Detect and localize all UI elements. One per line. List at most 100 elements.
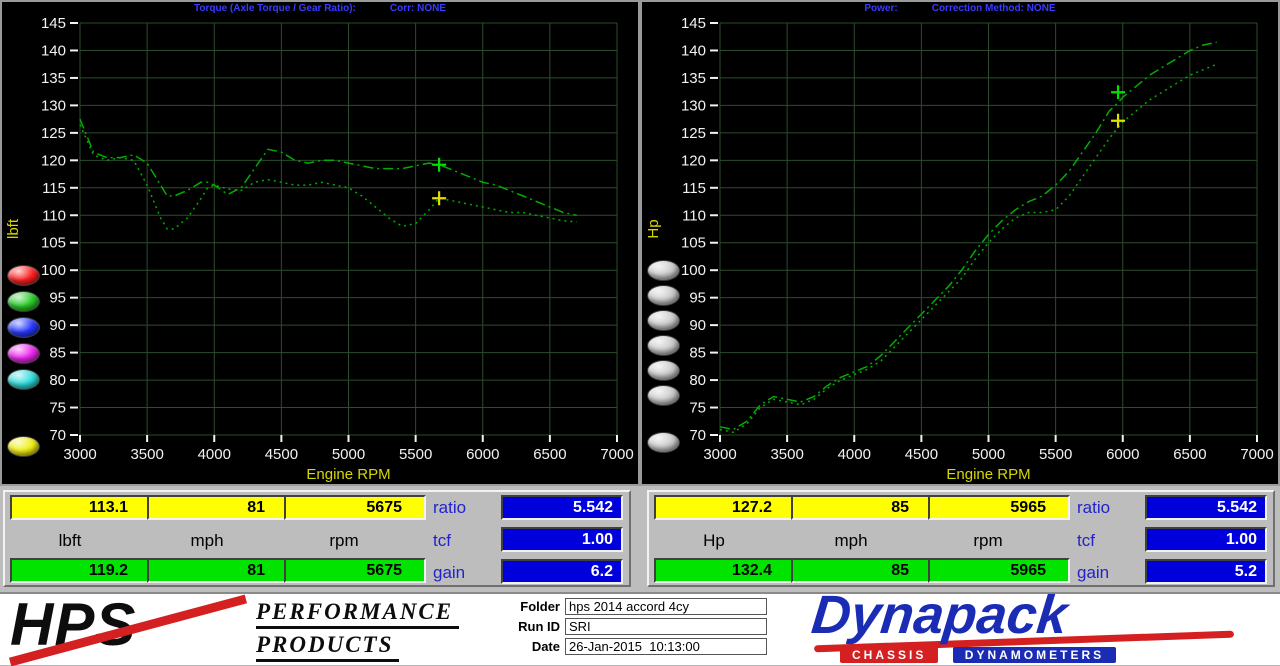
svg-text:6500: 6500 [1173, 446, 1206, 463]
svg-text:5500: 5500 [1039, 446, 1072, 463]
channel-button[interactable] [7, 343, 40, 364]
rpm-cursor-value: 5675 [284, 495, 426, 520]
ratio-value: 5.542 [501, 495, 623, 520]
svg-text:70: 70 [49, 427, 66, 444]
channel-button[interactable] [647, 310, 680, 331]
channel-button[interactable] [7, 436, 40, 457]
svg-text:70: 70 [689, 427, 706, 444]
svg-text:Engine RPM: Engine RPM [946, 466, 1030, 483]
svg-text:90: 90 [49, 317, 66, 334]
date-label: Date [510, 639, 560, 654]
dynapack-dynamometers-text: DYNAMOMETERS [953, 647, 1116, 663]
speed-cursor-value: 85 [791, 495, 933, 520]
ratio-value: 5.542 [1145, 495, 1267, 520]
svg-text:120: 120 [41, 152, 66, 169]
folder-input[interactable] [565, 598, 767, 615]
tcf-value: 1.00 [501, 527, 623, 552]
svg-text:100: 100 [41, 262, 66, 279]
torque-chart-header: Torque (Axle Torque / Gear Ratio): Corr:… [2, 2, 638, 15]
dynapack-logo-text: Dynapack [809, 584, 1071, 646]
channel-button[interactable] [7, 291, 40, 312]
torque-readout-panel: 113.1 81 5675 ratio 5.542 lbft mph rpm t… [3, 490, 631, 587]
torque-chart-panel: Torque (Axle Torque / Gear Ratio): Corr:… [2, 2, 638, 484]
svg-text:145: 145 [41, 15, 66, 32]
channel-button[interactable] [7, 369, 40, 390]
svg-text:145: 145 [681, 15, 706, 32]
channel-button[interactable] [7, 317, 40, 338]
speed-peak-value: 85 [791, 558, 933, 583]
svg-text:7000: 7000 [1240, 446, 1273, 463]
svg-text:Hp: Hp [645, 219, 662, 238]
svg-text:130: 130 [41, 97, 66, 114]
hps-logo-subtext: PERFORMANCE PRODUCTS [256, 599, 459, 665]
gain-label: gain [433, 563, 495, 583]
tcf-label: tcf [433, 531, 495, 551]
svg-text:4500: 4500 [905, 446, 938, 463]
power-chart-title: Power: [864, 3, 897, 14]
svg-text:135: 135 [681, 70, 706, 87]
channel-button[interactable] [647, 260, 680, 281]
date-input[interactable] [565, 638, 767, 655]
svg-text:135: 135 [41, 70, 66, 87]
power-peak-value: 132.4 [654, 558, 796, 583]
power-correction-label: Correction Method: NONE [932, 3, 1056, 14]
svg-text:Engine RPM: Engine RPM [306, 466, 390, 483]
footer-bar: HPS PERFORMANCE PRODUCTS Folder Run ID D… [0, 592, 1280, 665]
power-chart-panel: Power: Correction Method: NONE 707580859… [642, 2, 1278, 484]
svg-text:85: 85 [689, 345, 706, 362]
svg-text:110: 110 [682, 207, 706, 224]
channel-button[interactable] [7, 265, 40, 286]
charts-area: Torque (Axle Torque / Gear Ratio): Corr:… [0, 0, 1280, 486]
run-id-input[interactable] [565, 618, 767, 635]
svg-text:4500: 4500 [265, 446, 298, 463]
power-chart-plot[interactable]: 7075808590951001051101151201251301351401… [642, 15, 1278, 484]
svg-text:105: 105 [681, 235, 706, 252]
svg-text:5500: 5500 [399, 446, 432, 463]
channel-button[interactable] [647, 335, 680, 356]
svg-text:130: 130 [681, 97, 706, 114]
hps-logo: HPS [10, 594, 250, 664]
ratio-label: ratio [433, 498, 495, 518]
rpm-peak-value: 5675 [284, 558, 426, 583]
svg-text:110: 110 [42, 207, 66, 224]
svg-text:3500: 3500 [770, 446, 803, 463]
svg-text:90: 90 [689, 317, 706, 334]
svg-text:3000: 3000 [63, 446, 96, 463]
svg-text:4000: 4000 [838, 446, 871, 463]
svg-text:lbft: lbft [5, 218, 22, 239]
channel-button[interactable] [647, 285, 680, 306]
svg-text:125: 125 [681, 125, 706, 142]
rpm-unit-label: rpm [284, 531, 404, 551]
svg-text:5000: 5000 [332, 446, 365, 463]
channel-button[interactable] [647, 432, 680, 453]
svg-text:7000: 7000 [600, 446, 633, 463]
gain-value: 5.2 [1145, 559, 1267, 584]
power-cursor-value: 127.2 [654, 495, 796, 520]
gain-label: gain [1077, 563, 1139, 583]
power-chart-header: Power: Correction Method: NONE [642, 2, 1278, 15]
power-readout-panel: 127.2 85 5965 ratio 5.542 Hp mph rpm tcf… [647, 490, 1275, 587]
svg-text:6000: 6000 [1106, 446, 1139, 463]
torque-chart-plot[interactable]: 7075808590951001051101151201251301351401… [2, 15, 638, 484]
svg-text:5000: 5000 [972, 446, 1005, 463]
dynapack-chassis-text: CHASSIS [840, 647, 938, 663]
svg-text:140: 140 [681, 42, 706, 59]
svg-text:6500: 6500 [533, 446, 566, 463]
hps-performance-text: PERFORMANCE [256, 599, 459, 629]
rpm-unit-label: rpm [928, 531, 1048, 551]
speed-cursor-value: 81 [147, 495, 289, 520]
svg-text:3500: 3500 [130, 446, 163, 463]
svg-text:140: 140 [41, 42, 66, 59]
gain-value: 6.2 [501, 559, 623, 584]
rpm-cursor-value: 5965 [928, 495, 1070, 520]
svg-text:100: 100 [681, 262, 706, 279]
channel-button[interactable] [647, 360, 680, 381]
dynapack-logo: Dynapack CHASSIS DYNAMOMETERS [812, 594, 1252, 664]
channel-button[interactable] [647, 385, 680, 406]
svg-text:80: 80 [689, 372, 706, 389]
tcf-value: 1.00 [1145, 527, 1267, 552]
folder-label: Folder [510, 599, 560, 614]
svg-text:95: 95 [49, 290, 66, 307]
torque-peak-value: 119.2 [10, 558, 152, 583]
torque-unit-label: lbft [10, 531, 130, 551]
